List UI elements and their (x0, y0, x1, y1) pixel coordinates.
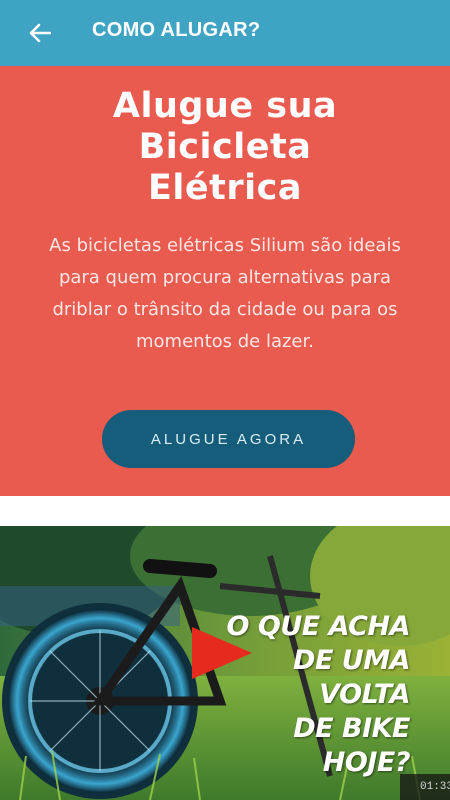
hero-section: Alugue sua Bicicleta Elétrica As bicicle… (0, 66, 450, 496)
overlay-line-3: DE BIKE HOJE? (293, 713, 410, 778)
video-timestamp: 01:33 (400, 774, 450, 800)
app-bar: COMO ALUGAR? (0, 0, 450, 66)
hero-title-line-2: Bicicleta (138, 127, 312, 167)
hero-title-line-3: Elétrica (148, 168, 302, 208)
section-divider (0, 496, 450, 526)
page-title: COMO ALUGAR? (92, 19, 261, 41)
overlay-line-1: O QUE ACHA (226, 611, 411, 642)
back-button[interactable] (24, 18, 56, 48)
hero-description: As bicicletas elétricas Silium são ideai… (49, 235, 401, 352)
rent-now-button[interactable]: ALUGUE AGORA (102, 410, 355, 468)
overlay-line-2: DE UMA VOLTA (293, 645, 410, 710)
hero-title: Alugue sua Bicicleta Elétrica (20, 86, 430, 209)
arrow-left-icon (29, 23, 51, 43)
video-overlay-text: O QUE ACHA DE UMA VOLTA DE BIKE HOJE? (220, 610, 411, 780)
hero-title-line-1: Alugue sua (112, 86, 338, 126)
